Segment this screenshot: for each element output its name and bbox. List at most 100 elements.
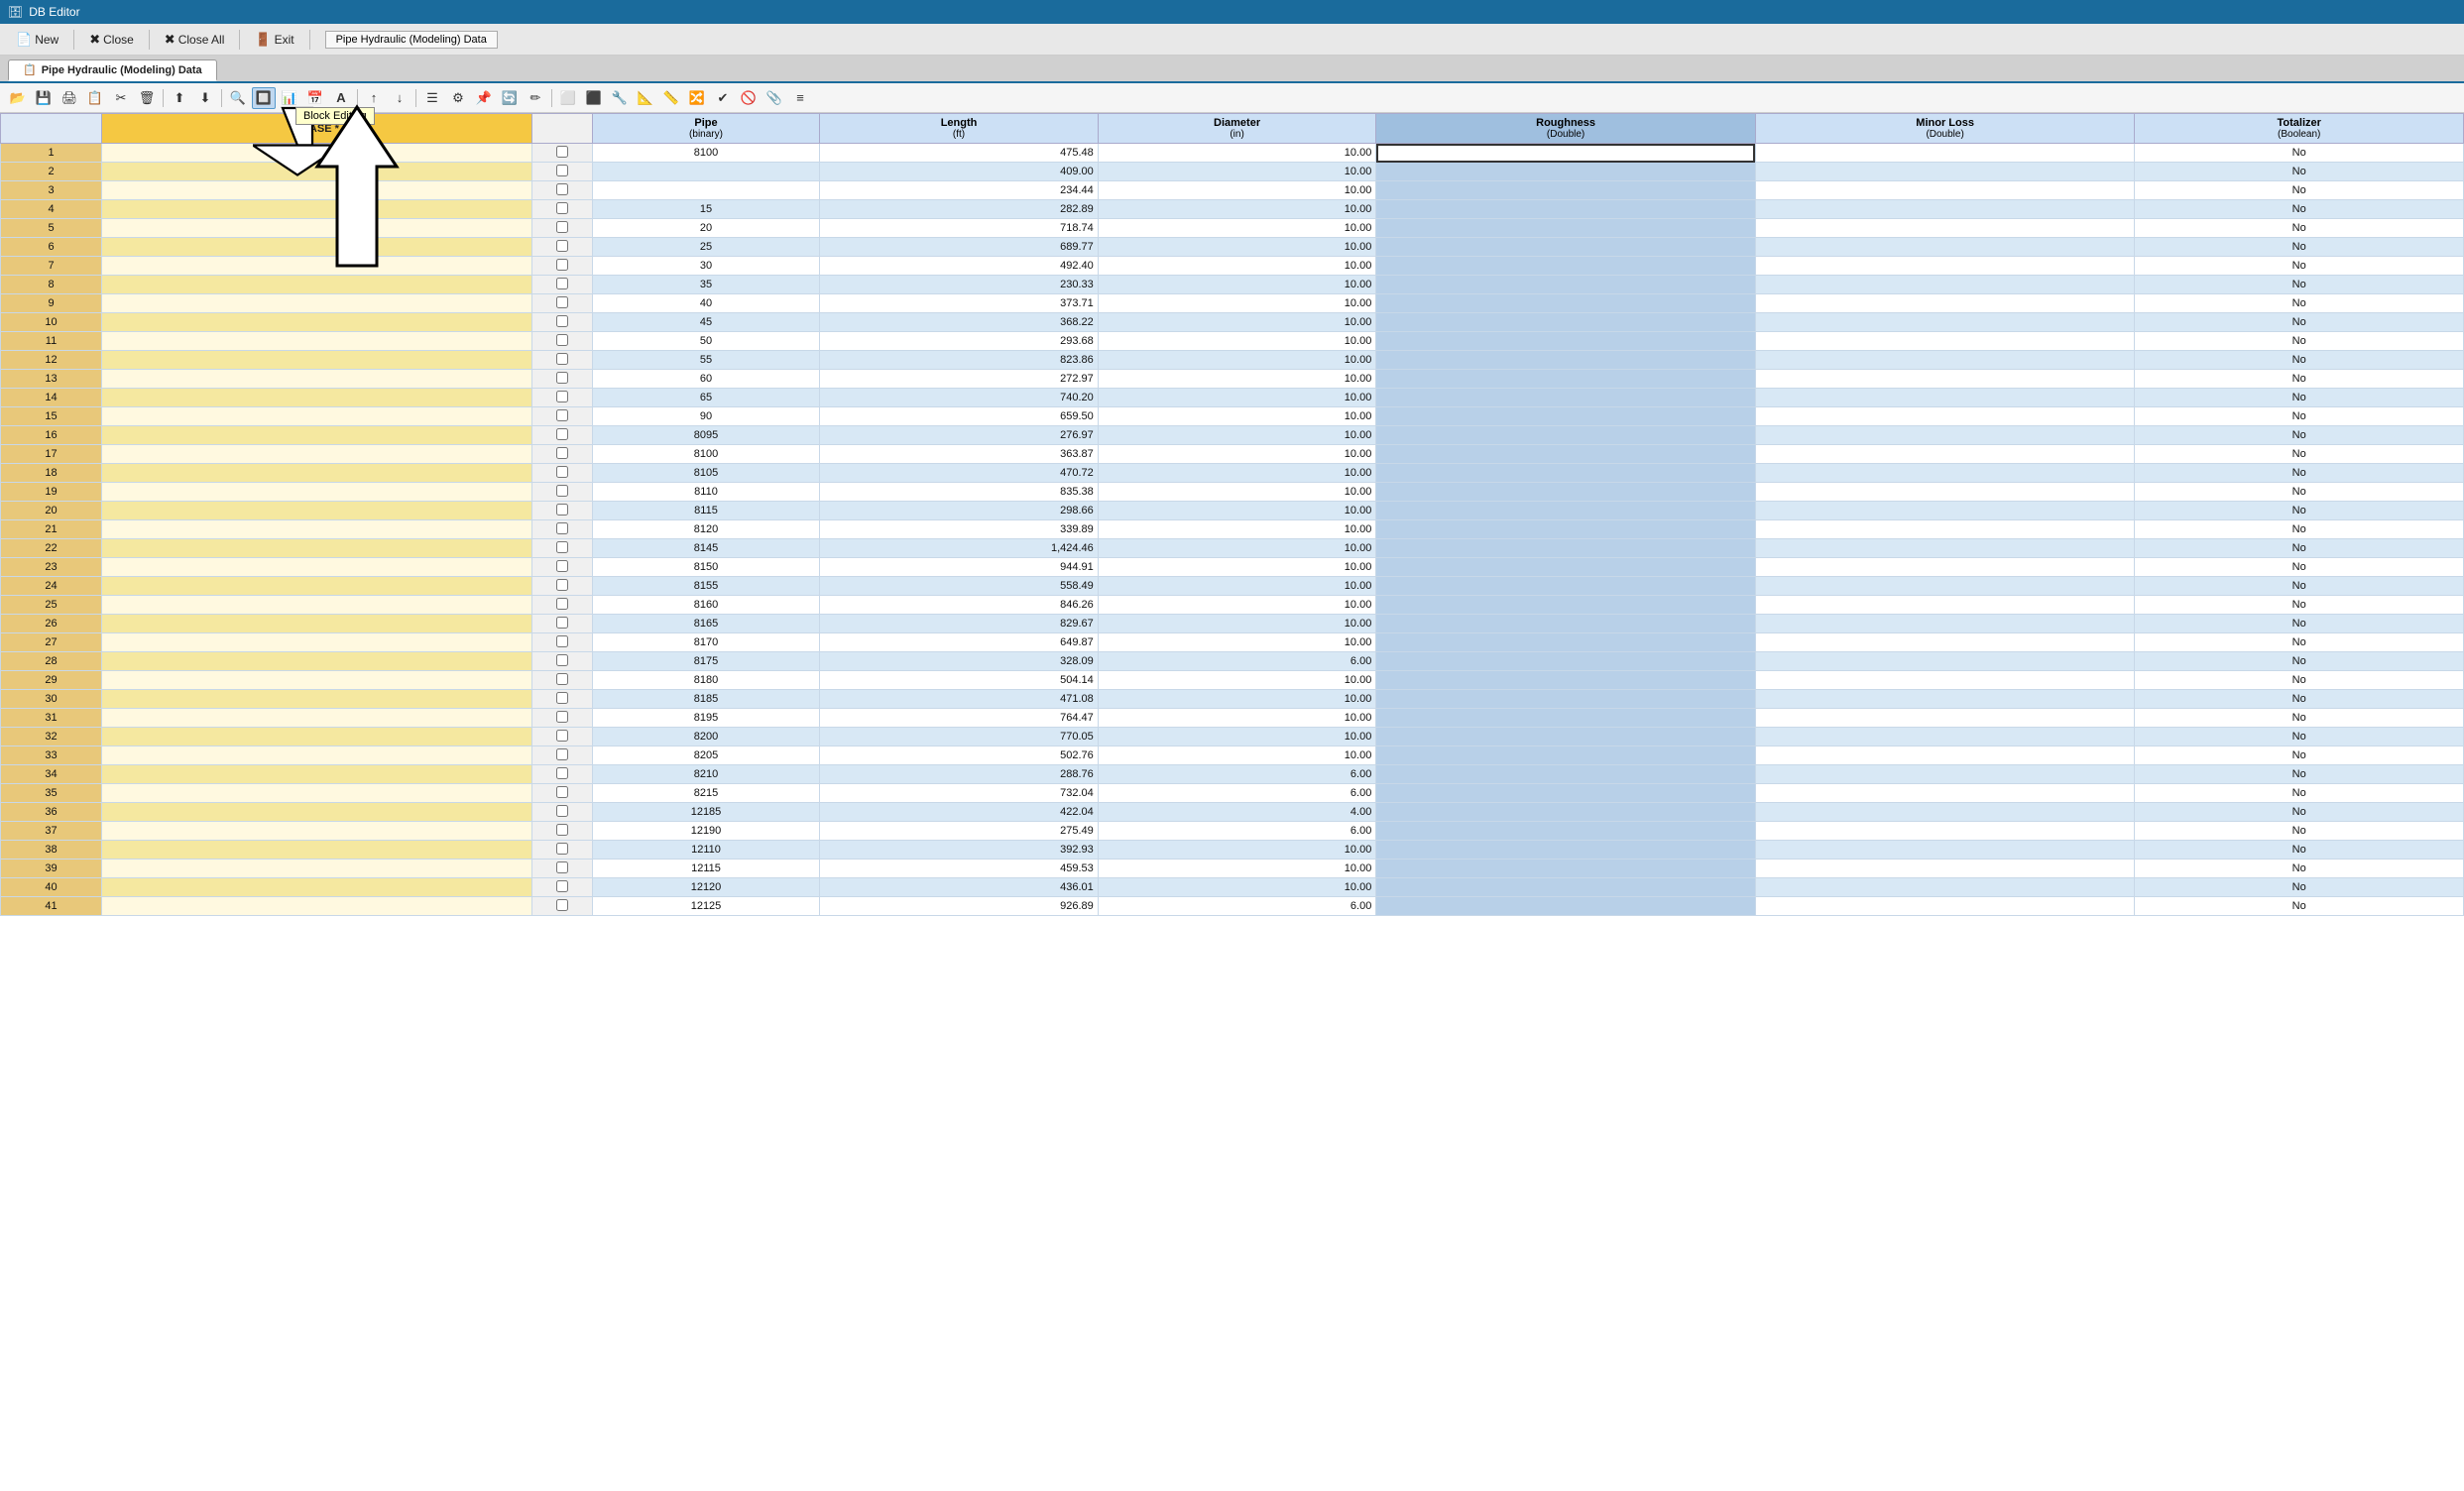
row-checkbox-cell[interactable] bbox=[531, 746, 592, 765]
row-checkbox-cell[interactable] bbox=[531, 765, 592, 784]
row-checkbox[interactable] bbox=[556, 617, 568, 629]
base-cell[interactable] bbox=[102, 784, 532, 803]
roughness-cell[interactable] bbox=[1376, 370, 1756, 389]
close-all-button[interactable]: ✖ Close All bbox=[157, 29, 233, 51]
roughness-cell[interactable] bbox=[1376, 897, 1756, 916]
length-cell[interactable]: 823.86 bbox=[820, 351, 1099, 370]
base-cell[interactable] bbox=[102, 464, 532, 483]
pipe-cell[interactable]: 8175 bbox=[592, 652, 820, 671]
minorloss-cell[interactable] bbox=[1755, 276, 2135, 294]
row-checkbox-cell[interactable] bbox=[531, 860, 592, 878]
pipe-cell[interactable]: 8115 bbox=[592, 502, 820, 520]
length-cell[interactable]: 846.26 bbox=[820, 596, 1099, 615]
roughness-cell[interactable] bbox=[1376, 878, 1756, 897]
diameter-cell[interactable]: 10.00 bbox=[1098, 558, 1376, 577]
diameter-cell[interactable]: 10.00 bbox=[1098, 163, 1376, 181]
length-cell[interactable]: 470.72 bbox=[820, 464, 1099, 483]
minorloss-cell[interactable] bbox=[1755, 897, 2135, 916]
length-cell[interactable]: 422.04 bbox=[820, 803, 1099, 822]
row-checkbox[interactable] bbox=[556, 673, 568, 685]
row-checkbox[interactable] bbox=[556, 899, 568, 911]
toolbar-settings[interactable]: ⚙ bbox=[446, 87, 470, 109]
row-checkbox[interactable] bbox=[556, 880, 568, 892]
table-row[interactable]: 278170649.8710.00No bbox=[1, 633, 2464, 652]
totalizer-cell[interactable]: No bbox=[2135, 765, 2464, 784]
totalizer-cell[interactable]: No bbox=[2135, 144, 2464, 163]
row-checkbox[interactable] bbox=[556, 560, 568, 572]
roughness-cell[interactable] bbox=[1376, 200, 1756, 219]
base-cell[interactable] bbox=[102, 577, 532, 596]
row-checkbox[interactable] bbox=[556, 579, 568, 591]
pipe-cell[interactable]: 15 bbox=[592, 200, 820, 219]
pipe-cell[interactable]: 8110 bbox=[592, 483, 820, 502]
pipe-cell[interactable]: 8105 bbox=[592, 464, 820, 483]
roughness-cell[interactable] bbox=[1376, 577, 1756, 596]
pipe-cell[interactable] bbox=[592, 181, 820, 200]
minorloss-cell[interactable] bbox=[1755, 332, 2135, 351]
pipe-cell[interactable]: 12120 bbox=[592, 878, 820, 897]
row-checkbox-cell[interactable] bbox=[531, 558, 592, 577]
toolbar-print[interactable]: 🖨 bbox=[58, 87, 81, 109]
row-checkbox[interactable] bbox=[556, 428, 568, 440]
diameter-cell[interactable]: 10.00 bbox=[1098, 577, 1376, 596]
base-cell[interactable] bbox=[102, 294, 532, 313]
base-cell[interactable] bbox=[102, 257, 532, 276]
pipe-cell[interactable]: 12185 bbox=[592, 803, 820, 822]
toolbar-down[interactable]: ⬇ bbox=[193, 87, 217, 109]
row-checkbox[interactable] bbox=[556, 278, 568, 289]
toolbar-pin[interactable]: 📌 bbox=[472, 87, 496, 109]
row-checkbox-cell[interactable] bbox=[531, 464, 592, 483]
base-cell[interactable] bbox=[102, 219, 532, 238]
minorloss-cell[interactable] bbox=[1755, 728, 2135, 746]
diameter-cell[interactable]: 10.00 bbox=[1098, 144, 1376, 163]
base-cell[interactable] bbox=[102, 822, 532, 841]
pipe-cell[interactable]: 65 bbox=[592, 389, 820, 407]
length-cell[interactable]: 740.20 bbox=[820, 389, 1099, 407]
diameter-cell[interactable]: 10.00 bbox=[1098, 370, 1376, 389]
length-cell[interactable]: 829.67 bbox=[820, 615, 1099, 633]
toolbar-calendar[interactable]: 📅 bbox=[303, 87, 327, 109]
diameter-cell[interactable]: 10.00 bbox=[1098, 181, 1376, 200]
roughness-cell[interactable] bbox=[1376, 558, 1756, 577]
totalizer-cell[interactable]: No bbox=[2135, 370, 2464, 389]
minorloss-cell[interactable] bbox=[1755, 351, 2135, 370]
totalizer-cell[interactable]: No bbox=[2135, 276, 2464, 294]
diameter-cell[interactable]: 6.00 bbox=[1098, 784, 1376, 803]
totalizer-cell[interactable]: No bbox=[2135, 690, 2464, 709]
row-checkbox-cell[interactable] bbox=[531, 445, 592, 464]
toolbar-refresh[interactable]: 🔄 bbox=[498, 87, 522, 109]
row-checkbox-cell[interactable] bbox=[531, 294, 592, 313]
pipe-cell[interactable]: 8100 bbox=[592, 144, 820, 163]
roughness-cell[interactable] bbox=[1376, 615, 1756, 633]
diameter-cell[interactable]: 10.00 bbox=[1098, 596, 1376, 615]
pipe-cell[interactable]: 45 bbox=[592, 313, 820, 332]
totalizer-cell[interactable]: No bbox=[2135, 389, 2464, 407]
row-checkbox[interactable] bbox=[556, 861, 568, 873]
roughness-cell[interactable] bbox=[1376, 276, 1756, 294]
diameter-cell[interactable]: 4.00 bbox=[1098, 803, 1376, 822]
col-header-minorloss[interactable]: Minor Loss (Double) bbox=[1755, 114, 2135, 144]
row-checkbox-cell[interactable] bbox=[531, 728, 592, 746]
roughness-cell[interactable] bbox=[1376, 483, 1756, 502]
roughness-cell[interactable] bbox=[1376, 709, 1756, 728]
row-checkbox[interactable] bbox=[556, 183, 568, 195]
base-cell[interactable] bbox=[102, 144, 532, 163]
diameter-cell[interactable]: 10.00 bbox=[1098, 633, 1376, 652]
table-row[interactable]: 348210288.766.00No bbox=[1, 765, 2464, 784]
row-checkbox[interactable] bbox=[556, 334, 568, 346]
roughness-cell[interactable] bbox=[1376, 596, 1756, 615]
base-cell[interactable] bbox=[102, 200, 532, 219]
base-cell[interactable] bbox=[102, 539, 532, 558]
base-cell[interactable] bbox=[102, 803, 532, 822]
minorloss-cell[interactable] bbox=[1755, 671, 2135, 690]
length-cell[interactable]: 373.71 bbox=[820, 294, 1099, 313]
totalizer-cell[interactable]: No bbox=[2135, 445, 2464, 464]
row-checkbox-cell[interactable] bbox=[531, 615, 592, 633]
roughness-cell[interactable] bbox=[1376, 746, 1756, 765]
totalizer-cell[interactable]: No bbox=[2135, 633, 2464, 652]
table-row[interactable]: 2409.0010.00No bbox=[1, 163, 2464, 181]
table-row[interactable]: 268165829.6710.00No bbox=[1, 615, 2464, 633]
toolbar-edit[interactable]: ✏ bbox=[524, 87, 547, 109]
toolbar-measure[interactable]: 📏 bbox=[659, 87, 683, 109]
minorloss-cell[interactable] bbox=[1755, 803, 2135, 822]
